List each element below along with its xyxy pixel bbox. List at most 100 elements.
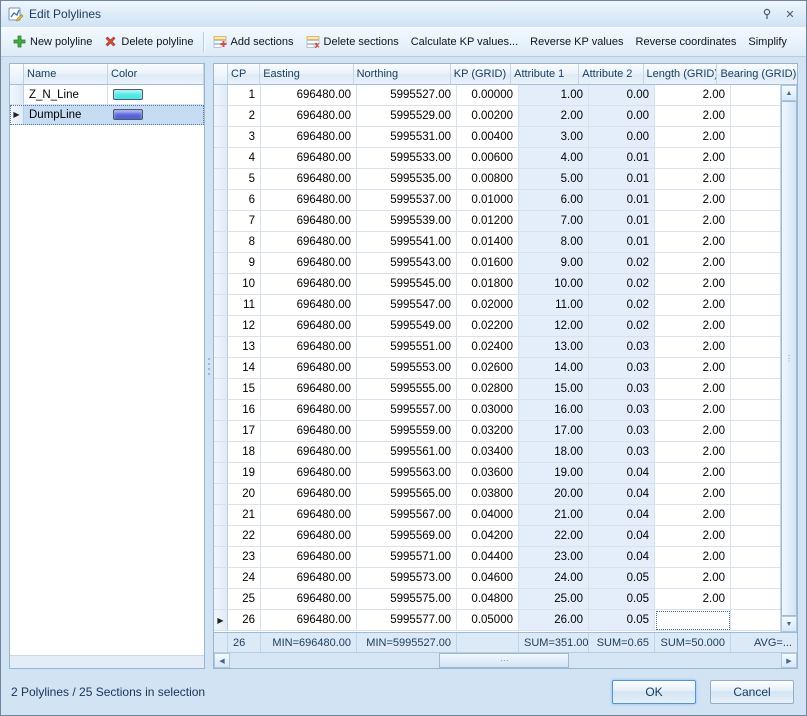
grid-cell[interactable]: 696480.00	[261, 127, 357, 148]
table-row[interactable]: 9696480.005995543.000.016009.000.022.00	[214, 253, 780, 274]
grid-cell[interactable]	[731, 505, 780, 526]
grid-cell[interactable]: 696480.00	[261, 505, 357, 526]
grid-cell[interactable]	[731, 547, 780, 568]
grid-cell[interactable]: 0.05000	[457, 610, 519, 631]
grid-cell[interactable]: 22.00	[519, 526, 589, 547]
table-row[interactable]: 10696480.005995545.000.0180010.000.022.0…	[214, 274, 780, 295]
grid-cell[interactable]: 0.02	[589, 316, 655, 337]
table-row[interactable]: 3696480.005995531.000.004003.000.002.00	[214, 127, 780, 148]
add-sections-button[interactable]: Add sections	[207, 30, 300, 54]
grid-cell[interactable]: 2.00	[655, 421, 731, 442]
table-row[interactable]: 14696480.005995553.000.0260014.000.032.0…	[214, 358, 780, 379]
grid-cell[interactable]: 5.00	[519, 169, 589, 190]
grid-cell[interactable]	[731, 148, 780, 169]
grid-cell[interactable]: 2.00	[655, 358, 731, 379]
reverse-kp-values-button[interactable]: Reverse KP values	[524, 31, 629, 53]
grid-cell[interactable]: 0.00	[589, 106, 655, 127]
grid-cell[interactable]: 5995531.00	[357, 127, 457, 148]
simplify-button[interactable]: Simplify	[742, 31, 793, 53]
pin-icon[interactable]	[758, 6, 776, 22]
grid-cell[interactable]: 0.04	[589, 484, 655, 505]
grid-cell[interactable]: 10	[228, 274, 261, 295]
grid-cell[interactable]	[731, 337, 780, 358]
column-header-length-grid[interactable]: Length (GRID)	[644, 64, 718, 85]
grid-cell[interactable]	[731, 106, 780, 127]
grid-cell[interactable]: 0.05	[589, 589, 655, 610]
grid-cell[interactable]: 5995527.00	[357, 85, 457, 106]
grid-cell[interactable]: 0.02000	[457, 295, 519, 316]
ok-button[interactable]: OK	[612, 680, 696, 704]
grid-cell[interactable]: 696480.00	[261, 421, 357, 442]
table-row[interactable]: 7696480.005995539.000.012007.000.012.00	[214, 211, 780, 232]
grid-cell[interactable]: 7.00	[519, 211, 589, 232]
grid-cell[interactable]: 696480.00	[261, 400, 357, 421]
grid-cell[interactable]: 5995549.00	[357, 316, 457, 337]
polyline-color-cell[interactable]	[108, 85, 204, 105]
grid-cell[interactable]: 0.03	[589, 358, 655, 379]
grid-cell[interactable]	[655, 610, 731, 631]
column-header-easting[interactable]: Easting	[260, 64, 353, 85]
grid-cell[interactable]: 14	[228, 358, 261, 379]
grid-cell[interactable]: 696480.00	[261, 85, 357, 106]
grid-cell[interactable]: 696480.00	[261, 106, 357, 127]
grid-cell[interactable]: 2.00	[655, 190, 731, 211]
grid-cell[interactable]	[731, 526, 780, 547]
grid-cell[interactable]: 2.00	[655, 232, 731, 253]
grid-cell[interactable]: 13.00	[519, 337, 589, 358]
table-row[interactable]: 23696480.005995571.000.0440023.000.042.0…	[214, 547, 780, 568]
grid-cell[interactable]: 696480.00	[261, 568, 357, 589]
grid-cell[interactable]	[731, 568, 780, 589]
color-swatch[interactable]	[113, 89, 143, 100]
grid-cell[interactable]: 2.00	[655, 106, 731, 127]
grid-cell[interactable]: 0.01000	[457, 190, 519, 211]
grid-cell[interactable]: 2.00	[655, 442, 731, 463]
grid-cell[interactable]: 0.05	[589, 610, 655, 631]
grid-cell[interactable]: 0.04	[589, 547, 655, 568]
grid-cell[interactable]: 5995547.00	[357, 295, 457, 316]
grid-cell[interactable]: 5995569.00	[357, 526, 457, 547]
grid-cell[interactable]: 25	[228, 589, 261, 610]
table-row[interactable]: 1696480.005995527.000.000001.000.002.00	[214, 85, 780, 106]
grid-cell[interactable]: 5995537.00	[357, 190, 457, 211]
table-row[interactable]: 21696480.005995567.000.0400021.000.042.0…	[214, 505, 780, 526]
grid-cell[interactable]: 0.02	[589, 295, 655, 316]
grid-cell[interactable]: 0.01800	[457, 274, 519, 295]
color-swatch[interactable]	[113, 109, 143, 120]
delete-sections-button[interactable]: Delete sections	[300, 30, 405, 54]
grid-cell[interactable]: 2.00	[655, 589, 731, 610]
vertical-scroll-thumb[interactable]	[781, 101, 797, 616]
grid-cell[interactable]: 696480.00	[261, 337, 357, 358]
grid-cell[interactable]: 0.04	[589, 505, 655, 526]
grid-cell[interactable]: 17	[228, 421, 261, 442]
grid-cell[interactable]: 0.03000	[457, 400, 519, 421]
grid-cell[interactable]: 0.05	[589, 568, 655, 589]
grid-cell[interactable]: 696480.00	[261, 295, 357, 316]
grid-cell[interactable]: 696480.00	[261, 190, 357, 211]
grid-cell[interactable]	[731, 295, 780, 316]
grid-cell[interactable]: 2.00	[655, 463, 731, 484]
grid-cell[interactable]: 18.00	[519, 442, 589, 463]
grid-cell[interactable]: 13	[228, 337, 261, 358]
table-row[interactable]: 4696480.005995533.000.006004.000.012.00	[214, 148, 780, 169]
grid-cell[interactable]: 2.00	[655, 505, 731, 526]
grid-cell[interactable]	[731, 400, 780, 421]
grid-cell[interactable]: 0.04800	[457, 589, 519, 610]
scroll-right-button[interactable]	[781, 653, 797, 668]
grid-cell[interactable]: 10.00	[519, 274, 589, 295]
grid-cell[interactable]: 696480.00	[261, 589, 357, 610]
grid-cell[interactable]: 5995551.00	[357, 337, 457, 358]
grid-cell[interactable]: 8.00	[519, 232, 589, 253]
grid-cell[interactable]: 0.01	[589, 169, 655, 190]
grid-cell[interactable]	[731, 463, 780, 484]
horizontal-scrollbar[interactable]	[214, 652, 797, 668]
grid-cell[interactable]: 19	[228, 463, 261, 484]
scroll-down-button[interactable]	[781, 616, 797, 632]
grid-cell[interactable]: 5995571.00	[357, 547, 457, 568]
table-row[interactable]: 24696480.005995573.000.0460024.000.052.0…	[214, 568, 780, 589]
grid-cell[interactable]: 2.00	[655, 379, 731, 400]
grid-cell[interactable]: 0.00	[589, 85, 655, 106]
title-bar[interactable]: Edit Polylines	[1, 1, 806, 27]
grid-cell[interactable]: 2.00	[655, 484, 731, 505]
polyline-list-hscrollbar[interactable]	[10, 655, 204, 668]
grid-cell[interactable]: 2.00	[655, 547, 731, 568]
